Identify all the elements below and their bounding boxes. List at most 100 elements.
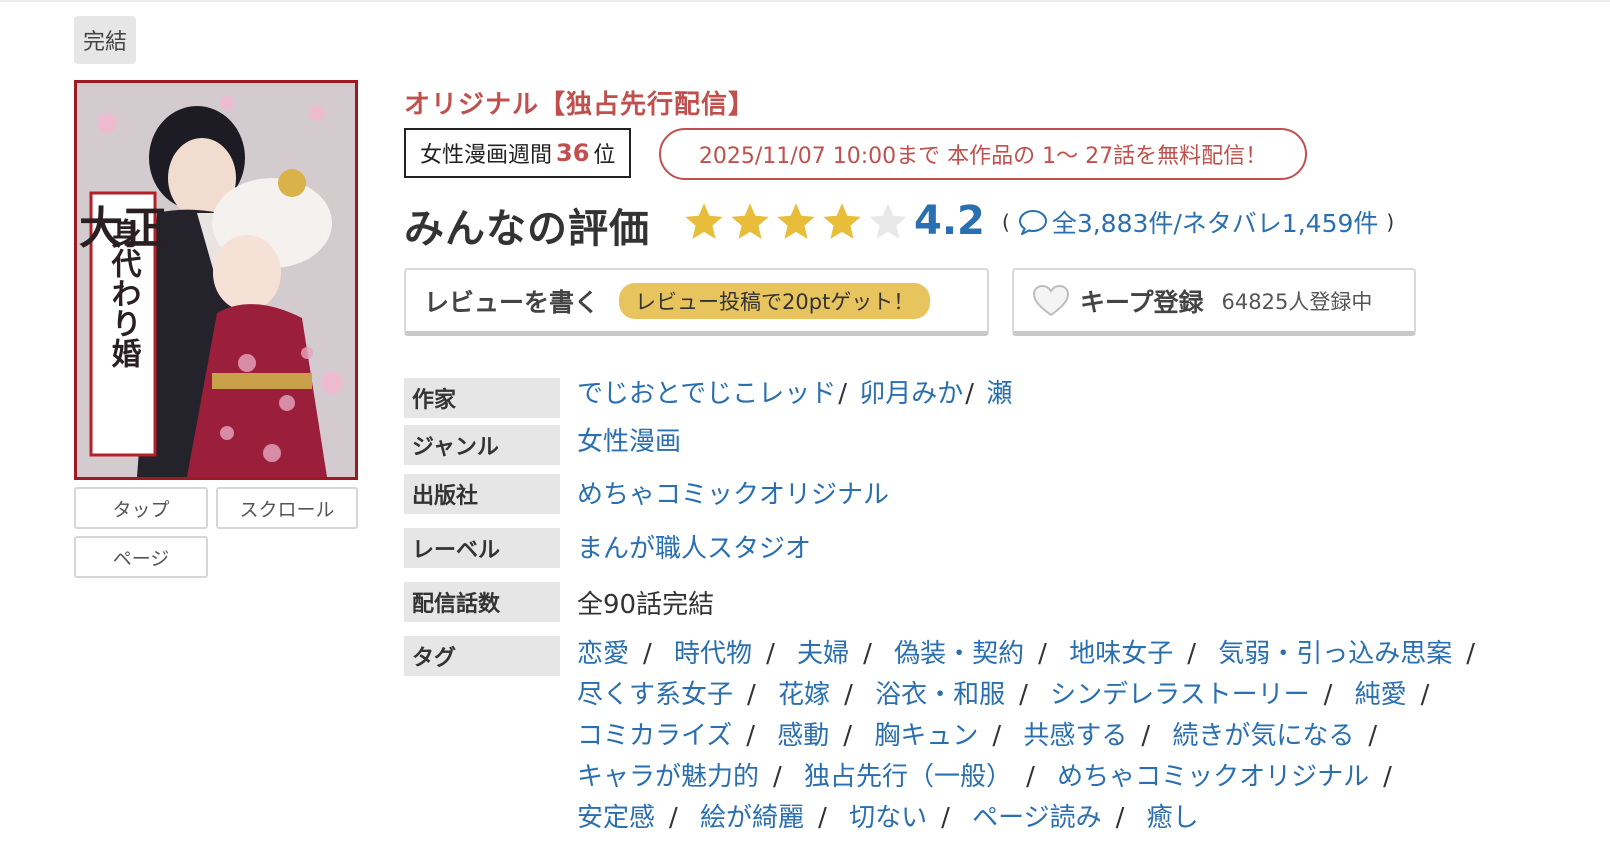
page-view-button[interactable]: ページ bbox=[74, 536, 208, 578]
tag-item: 胸キュン / bbox=[874, 721, 1015, 751]
publisher-label: 出版社 bbox=[404, 474, 560, 514]
tag-item: 気弱・引っ込み思案 / bbox=[1218, 639, 1489, 669]
tag-item: 地味女子 / bbox=[1069, 639, 1210, 669]
tag-link[interactable]: キャラが魅力的 bbox=[577, 762, 759, 792]
review-count-text[interactable]: 全3,883件/ネタバレ1,459件 bbox=[1052, 204, 1379, 240]
tag-link[interactable]: 夫婦 bbox=[797, 639, 849, 669]
cover-title-line-2: 身代わり婚 bbox=[106, 218, 143, 368]
star-filled-icon bbox=[731, 203, 769, 239]
tag-link[interactable]: コミカライズ bbox=[577, 721, 732, 751]
tag-separator: / bbox=[1019, 680, 1028, 710]
author-link[interactable]: でじおとでじこレッド bbox=[577, 379, 836, 409]
tag-link[interactable]: シンデレラストーリー bbox=[1050, 680, 1309, 710]
rank-suffix: 位 bbox=[593, 143, 616, 168]
publisher-link[interactable]: めちゃコミックオリジナル bbox=[577, 480, 889, 510]
tag-separator: / bbox=[1115, 803, 1125, 833]
tag-item: 絵が綺麗 / bbox=[700, 803, 841, 833]
tag-item: 切ない / bbox=[849, 803, 964, 833]
tag-link[interactable]: 時代物 bbox=[674, 639, 752, 669]
tag-link[interactable]: 癒し bbox=[1147, 803, 1199, 833]
tag-link[interactable]: 切ない bbox=[849, 803, 927, 833]
tag-separator: / bbox=[746, 721, 755, 751]
tag-item: 癒し bbox=[1147, 803, 1199, 833]
episodes-label: 配信話数 bbox=[404, 582, 560, 622]
tag-link[interactable]: 花嫁 bbox=[778, 680, 830, 710]
episodes-value: 全90話完結 bbox=[577, 590, 715, 620]
tag-separator: / bbox=[1420, 680, 1430, 710]
write-review-button[interactable]: レビューを書く レビュー投稿で20ptゲット！ bbox=[404, 268, 989, 336]
tag-separator: / bbox=[1026, 762, 1035, 792]
tag-separator: / bbox=[1466, 639, 1476, 669]
tag-item: 尽くす系女子 / bbox=[577, 680, 770, 710]
publisher-value: めちゃコミックオリジナル bbox=[577, 474, 889, 511]
tag-link[interactable]: 偽装・契約 bbox=[894, 639, 1024, 669]
tag-separator: / bbox=[818, 803, 827, 833]
tag-link[interactable]: ページ読み bbox=[972, 803, 1101, 833]
tag-separator: / bbox=[1187, 639, 1196, 669]
tag-link[interactable]: 浴衣・和服 bbox=[875, 680, 1005, 710]
star-filled-icon bbox=[685, 203, 723, 239]
tag-link[interactable]: 続きが気になる bbox=[1172, 721, 1354, 751]
cover-image[interactable]: 大正 身代わり婚 bbox=[74, 80, 358, 480]
imprint-value: まんが職人スタジオ bbox=[577, 528, 811, 565]
author-link[interactable]: 卯月みか bbox=[859, 379, 963, 409]
tag-separator: / bbox=[1323, 680, 1333, 710]
star-rating bbox=[682, 200, 910, 244]
star-filled-icon bbox=[777, 203, 815, 239]
cover-illustration: 大正 身代わり婚 bbox=[77, 83, 355, 477]
tag-item: 偽装・契約 / bbox=[894, 639, 1061, 669]
tag-link[interactable]: めちゃコミックオリジナル bbox=[1057, 762, 1369, 792]
genre-label: ジャンル bbox=[404, 425, 560, 465]
tag-separator: / bbox=[773, 762, 782, 792]
scroll-view-button[interactable]: スクロール bbox=[216, 487, 358, 529]
tag-link[interactable]: 胸キュン bbox=[874, 721, 978, 751]
tag-item: シンデレラストーリー / bbox=[1050, 680, 1346, 710]
imprint-link[interactable]: まんが職人スタジオ bbox=[577, 534, 811, 564]
tag-separator: / bbox=[1141, 721, 1151, 751]
tag-separator: / bbox=[669, 803, 678, 833]
heart-icon bbox=[1032, 284, 1070, 316]
tag-link[interactable]: 気弱・引っ込み思案 bbox=[1218, 639, 1452, 669]
genre-value: 女性漫画 bbox=[577, 421, 681, 458]
tag-item: 感動 / bbox=[777, 721, 866, 751]
tag-link[interactable]: 絵が綺麗 bbox=[700, 803, 804, 833]
genre-link[interactable]: 女性漫画 bbox=[577, 427, 681, 457]
author-link[interactable]: 瀬 bbox=[986, 379, 1012, 409]
tag-item: 浴衣・和服 / bbox=[875, 680, 1042, 710]
imprint-label: レーベル bbox=[404, 528, 560, 568]
tags-label: タグ bbox=[404, 636, 560, 676]
tag-link[interactable]: 安定感 bbox=[577, 803, 655, 833]
tag-link[interactable]: 独占先行（一般） bbox=[804, 762, 1012, 792]
tag-item: 時代物 / bbox=[674, 639, 789, 669]
rating-heading: みんなの評価 bbox=[404, 206, 650, 252]
keep-register-button[interactable]: キープ登録 64825人登録中 bbox=[1012, 268, 1416, 336]
rank-prefix: 女性漫画週間 bbox=[420, 143, 553, 168]
tap-view-button[interactable]: タップ bbox=[74, 487, 208, 529]
tag-separator: / bbox=[992, 721, 1002, 751]
rating-value: 4.2 bbox=[914, 198, 985, 244]
tag-item: 純愛 / bbox=[1355, 680, 1444, 710]
weekly-rank-badge[interactable]: 女性漫画週間 36 位 bbox=[404, 128, 632, 178]
top-divider bbox=[0, 0, 1610, 2]
tag-separator: / bbox=[1368, 721, 1378, 751]
tag-separator: / bbox=[1383, 762, 1392, 792]
review-counts[interactable]: ( 全3,883件/ネタバレ1,459件 ) bbox=[994, 204, 1402, 240]
rank-number: 36 bbox=[556, 139, 590, 167]
author-label: 作家 bbox=[404, 378, 560, 418]
author-values: でじおとでじこレッド/ 卯月みか/ 瀬 bbox=[577, 379, 1013, 409]
keep-count: 64825人登録中 bbox=[1221, 289, 1373, 314]
tag-link[interactable]: 純愛 bbox=[1355, 680, 1407, 710]
tag-item: キャラが魅力的 / bbox=[577, 762, 796, 792]
tag-link[interactable]: 地味女子 bbox=[1069, 639, 1173, 669]
tag-link[interactable]: 感動 bbox=[777, 721, 829, 751]
tag-link[interactable]: 尽くす系女子 bbox=[577, 680, 733, 710]
tag-separator: / bbox=[747, 680, 756, 710]
tag-item: 続きが気になる / bbox=[1172, 721, 1391, 751]
review-points-badge: レビュー投稿で20ptゲット！ bbox=[619, 282, 931, 319]
tag-separator: / bbox=[643, 639, 652, 669]
tag-separator: / bbox=[766, 639, 775, 669]
tag-separator: / bbox=[1038, 639, 1047, 669]
completed-badge: 完結 bbox=[74, 16, 136, 64]
tag-link[interactable]: 共感する bbox=[1023, 721, 1127, 751]
tag-link[interactable]: 恋愛 bbox=[577, 639, 629, 669]
